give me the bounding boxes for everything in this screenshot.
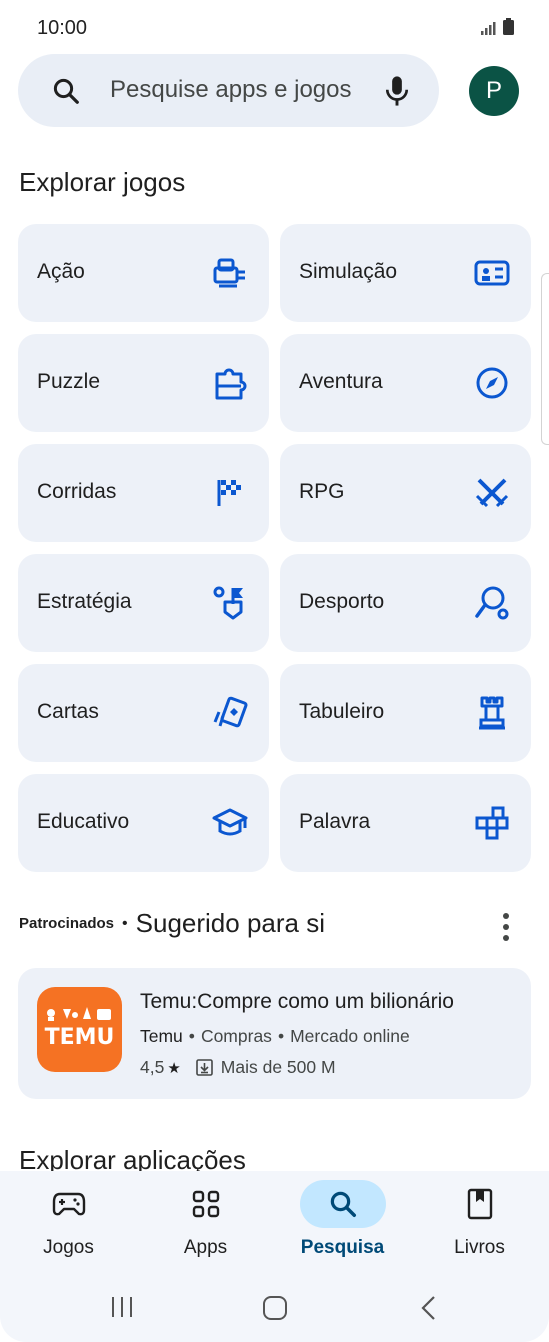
download-icon [195,1059,213,1076]
category-label: Desporto [299,590,385,613]
word-blocks-icon [475,806,509,840]
search-placeholder: Pesquise apps e jogos [110,76,352,103]
app-meta: Temu • Compras • Mercado online [140,1026,410,1046]
app-icon-text: TEMU [44,1025,115,1050]
recents-icon[interactable] [110,1295,134,1319]
status-time: 10:00 [37,17,88,39]
category-tile-rpg[interactable]: RPG [280,444,531,542]
avatar-letter: P [485,77,502,104]
crossed-swords-icon [475,478,509,508]
category-tile-sports[interactable]: Desporto [280,554,531,652]
category-label: Corridas [37,480,117,503]
category-label: Estratégia [37,590,132,613]
chess-rook-icon [479,696,505,730]
app-stats: 4,5 ★ Mais de 500 M [140,1057,336,1078]
category-tile-puzzle[interactable]: Puzzle [18,334,269,432]
simulation-icon [474,260,510,286]
sponsored-app-card[interactable]: TEMU Temu:Compre como um bilionário Temu… [18,968,531,1099]
category-tile-simulation[interactable]: Simulação [280,224,531,322]
category-tile-racing[interactable]: Corridas [18,444,269,542]
nav-item-search[interactable]: Pesquisa [274,1171,411,1271]
category-tile-educational[interactable]: Educativo [18,774,269,872]
bottom-navigation: Jogos Apps Pesquisa Livros [0,1171,549,1342]
app-name: Temu:Compre como um bilionário [140,990,454,1013]
app-category: Compras [200,1026,272,1046]
category-tile-cards[interactable]: Cartas [18,664,269,762]
more-vert-icon [503,913,509,919]
sponsored-label: Patrocinados [19,915,115,932]
action-game-icon [213,258,245,288]
strategy-icon [213,586,243,620]
battery-icon [503,18,514,35]
nav-label-books: Livros [454,1237,505,1258]
search-icon [330,1191,356,1217]
system-navigation-bar [0,1290,549,1330]
cards-icon [213,696,248,728]
app-subcategory: Mercado online [290,1026,410,1046]
puzzle-icon [215,368,247,400]
microphone-icon[interactable] [382,74,412,108]
more-options-button[interactable] [497,910,515,944]
status-icons [481,18,514,35]
nav-label-games: Jogos [43,1237,94,1258]
category-label: Tabuleiro [299,700,385,723]
search-row: Pesquise apps e jogos P [18,54,531,128]
nav-item-apps[interactable]: Apps [137,1171,274,1271]
sports-racket-icon [475,586,509,620]
category-tile-word[interactable]: Palavra [280,774,531,872]
temu-logo-glyphs [47,1007,111,1021]
gamepad-icon [52,1192,85,1216]
category-label: Simulação [299,260,398,283]
apps-grid-icon [192,1190,219,1218]
home-icon[interactable] [262,1295,288,1321]
category-label: Ação [37,260,85,283]
category-label: RPG [299,480,345,503]
app-rating: 4,5 [140,1057,165,1077]
section-title-suggested: Sugerido para si [135,908,325,938]
book-icon [467,1188,492,1220]
app-icon-temu: TEMU [37,987,122,1072]
category-label: Aventura [299,370,383,393]
compass-icon [476,367,508,399]
category-tile-strategy[interactable]: Estratégia [18,554,269,652]
nav-label-search: Pesquisa [300,1237,385,1258]
status-bar: 10:00 [0,0,549,56]
separator-dot: • [122,914,128,932]
search-input[interactable]: Pesquise apps e jogos [18,54,439,127]
nav-item-books[interactable]: Livros [411,1171,548,1271]
category-label: Palavra [299,810,371,833]
nav-item-games[interactable]: Jogos [0,1171,137,1271]
nav-label-apps: Apps [183,1237,228,1258]
category-tile-board[interactable]: Tabuleiro [280,664,531,762]
checkered-flag-icon [217,480,241,506]
section-title-explore-games: Explorar jogos [19,167,186,197]
star-icon: ★ [167,1059,181,1077]
category-label: Educativo [37,810,130,833]
category-tile-adventure[interactable]: Aventura [280,334,531,432]
avatar[interactable]: P [469,66,519,116]
suggested-header: Patrocinados • Sugerido para si [19,908,325,939]
signal-icon [481,22,496,35]
category-tile-action[interactable]: Ação [18,224,269,322]
edge-panel-handle[interactable] [541,273,549,445]
back-icon[interactable] [420,1295,438,1321]
category-label: Puzzle [37,370,101,393]
category-label: Cartas [37,700,99,723]
app-developer: Temu [140,1026,183,1046]
search-icon [53,78,79,104]
graduation-cap-icon [212,808,248,836]
app-downloads: Mais de 500 M [220,1057,336,1077]
